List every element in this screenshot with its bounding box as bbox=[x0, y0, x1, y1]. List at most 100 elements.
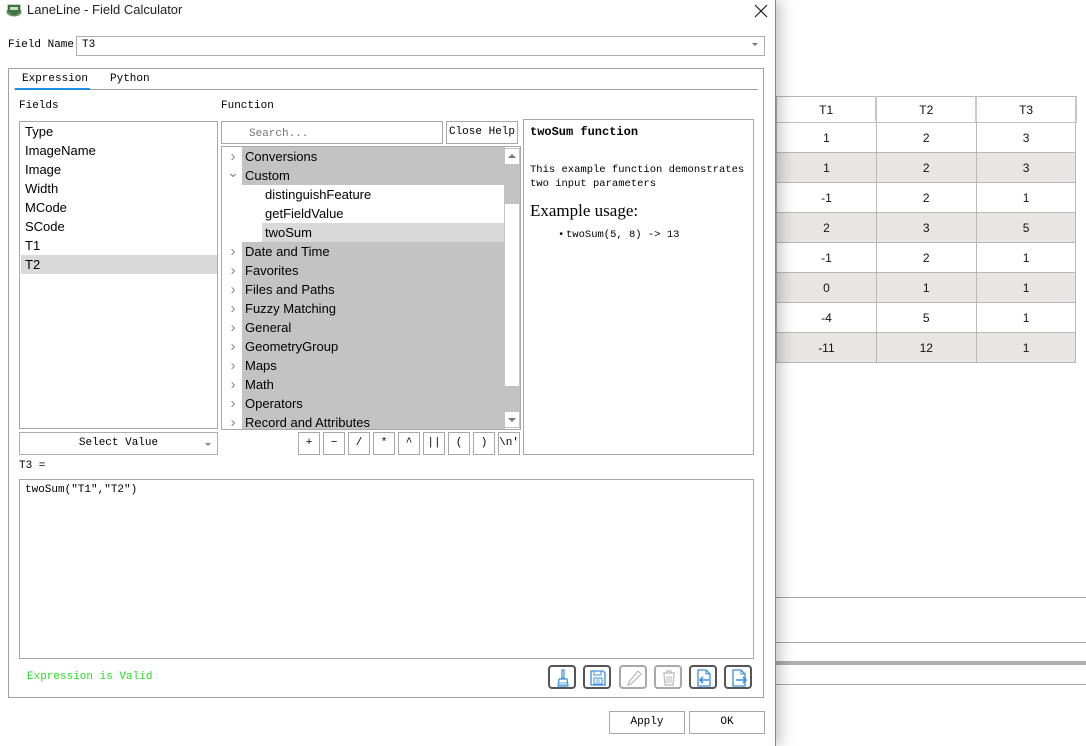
scrollbar-thumb[interactable] bbox=[505, 204, 519, 386]
function-item[interactable]: getFieldValue bbox=[222, 204, 520, 223]
function-group[interactable]: › Date and Time bbox=[222, 242, 520, 261]
function-group[interactable]: › GeometryGroup bbox=[222, 337, 520, 356]
field-item-selected[interactable]: T2 bbox=[21, 255, 217, 274]
import-button[interactable] bbox=[689, 665, 717, 689]
table-row[interactable]: 123 bbox=[776, 152, 1086, 183]
clear-button[interactable] bbox=[548, 665, 576, 689]
column-header-t2[interactable]: T2 bbox=[875, 96, 978, 123]
function-tree-scrollbar[interactable] bbox=[504, 148, 520, 428]
table-cell[interactable]: 5 bbox=[975, 212, 1077, 243]
function-item[interactable]: twoSum bbox=[222, 223, 520, 242]
table-row[interactable]: -11 12 1 bbox=[776, 332, 1086, 363]
chevron-right-icon[interactable]: › bbox=[226, 261, 240, 280]
table-cell[interactable]: 2 bbox=[875, 182, 977, 213]
table-cell[interactable]: 2 bbox=[776, 212, 877, 243]
table-cell[interactable]: 1 bbox=[875, 272, 977, 303]
chevron-right-icon[interactable]: › bbox=[226, 413, 240, 429]
operator-close-paren-button[interactable]: ) bbox=[473, 432, 495, 455]
table-cell[interactable]: 5 bbox=[875, 302, 977, 333]
function-group[interactable]: › Record and Attributes bbox=[222, 413, 520, 429]
fields-list[interactable]: Type ImageName Image Width MCode SCode T… bbox=[19, 121, 218, 429]
table-cell[interactable]: 2 bbox=[875, 152, 977, 183]
function-group[interactable]: › Files and Paths bbox=[222, 280, 520, 299]
table-cell[interactable]: 1 bbox=[975, 242, 1077, 273]
tab-expression[interactable]: Expression bbox=[22, 73, 88, 89]
function-group[interactable]: ⌄ Custom bbox=[222, 165, 520, 185]
table-cell[interactable]: -1 bbox=[776, 242, 877, 273]
table-row[interactable]: 235 bbox=[776, 212, 1086, 243]
select-value-dropdown[interactable]: Select Value bbox=[19, 432, 218, 455]
table-cell[interactable]: 3 bbox=[875, 212, 977, 243]
ok-button[interactable]: OK bbox=[689, 711, 765, 734]
table-row[interactable]: -4 5 1 bbox=[776, 302, 1086, 333]
table-cell[interactable]: -11 bbox=[776, 332, 877, 363]
expression-editor[interactable]: twoSum("T1","T2") bbox=[19, 479, 754, 659]
chevron-right-icon[interactable]: › bbox=[226, 318, 240, 337]
table-cell[interactable]: 0 bbox=[776, 272, 877, 303]
table-row[interactable]: -1 2 1 bbox=[776, 242, 1086, 273]
table-cell[interactable]: 1 bbox=[975, 302, 1077, 333]
table-cell[interactable]: 1 bbox=[975, 182, 1077, 213]
chevron-down-icon[interactable]: ⌄ bbox=[226, 165, 240, 179]
chevron-right-icon[interactable]: › bbox=[226, 242, 240, 261]
field-item[interactable]: SCode bbox=[21, 217, 217, 236]
field-item[interactable]: ImageName bbox=[21, 141, 217, 160]
table-cell[interactable]: -1 bbox=[776, 182, 877, 213]
export-button[interactable] bbox=[724, 665, 752, 689]
tab-python[interactable]: Python bbox=[110, 73, 150, 89]
scroll-up-icon[interactable] bbox=[505, 149, 519, 164]
splitter[interactable] bbox=[776, 661, 1086, 665]
save-button[interactable] bbox=[583, 665, 611, 689]
operator-multiply-button[interactable]: * bbox=[373, 432, 395, 455]
scroll-down-icon[interactable] bbox=[505, 412, 519, 427]
chevron-right-icon[interactable]: › bbox=[226, 394, 240, 413]
table-row[interactable]: -1 2 1 bbox=[776, 182, 1086, 213]
operator-newline-button[interactable]: \n' bbox=[498, 432, 520, 455]
close-help-button[interactable]: Close Help bbox=[446, 121, 518, 144]
field-item[interactable]: Image bbox=[21, 160, 217, 179]
operator-concat-button[interactable]: || bbox=[423, 432, 445, 455]
operator-plus-button[interactable]: + bbox=[298, 432, 320, 455]
chevron-right-icon[interactable]: › bbox=[226, 280, 240, 299]
chevron-right-icon[interactable]: › bbox=[226, 356, 240, 375]
table-cell[interactable]: 3 bbox=[975, 122, 1077, 153]
function-tree[interactable]: › Conversions ⌄ Custom distinguishFeature get… bbox=[221, 146, 521, 430]
field-item[interactable]: T1 bbox=[21, 236, 217, 255]
table-cell[interactable]: 2 bbox=[875, 122, 977, 153]
function-group[interactable]: › Math bbox=[222, 375, 520, 394]
apply-button[interactable]: Apply bbox=[609, 711, 685, 734]
operator-divide-button[interactable]: / bbox=[348, 432, 370, 455]
table-row[interactable]: 011 bbox=[776, 272, 1086, 303]
column-header-t3[interactable]: T3 bbox=[975, 96, 1077, 123]
field-name-combobox[interactable]: T3 bbox=[76, 36, 765, 56]
field-item[interactable]: Width bbox=[21, 179, 217, 198]
close-button[interactable] bbox=[746, 0, 776, 22]
function-group[interactable]: › Conversions bbox=[222, 147, 520, 166]
table-cell[interactable]: 1 bbox=[975, 332, 1077, 363]
function-group[interactable]: › Favorites bbox=[222, 261, 520, 280]
table-cell[interactable]: 1 bbox=[975, 272, 1077, 303]
edit-button[interactable] bbox=[619, 665, 647, 689]
table-cell[interactable]: 12 bbox=[875, 332, 977, 363]
column-header-t1[interactable]: T1 bbox=[776, 96, 878, 123]
function-group[interactable]: › General bbox=[222, 318, 520, 337]
table-cell[interactable]: 3 bbox=[975, 152, 1077, 183]
chevron-right-icon[interactable]: › bbox=[226, 337, 240, 356]
table-cell[interactable]: -4 bbox=[776, 302, 877, 333]
operator-power-button[interactable]: ^ bbox=[398, 432, 420, 455]
table-cell[interactable]: 2 bbox=[875, 242, 977, 273]
operator-open-paren-button[interactable]: ( bbox=[448, 432, 470, 455]
chevron-right-icon[interactable]: › bbox=[226, 375, 240, 394]
field-item[interactable]: Type bbox=[21, 122, 217, 141]
function-search-input[interactable] bbox=[221, 121, 443, 144]
field-item[interactable]: MCode bbox=[21, 198, 217, 217]
function-group[interactable]: › Fuzzy Matching bbox=[222, 299, 520, 318]
function-group[interactable]: › Operators bbox=[222, 394, 520, 413]
delete-button[interactable] bbox=[654, 665, 682, 689]
chevron-right-icon[interactable]: › bbox=[226, 299, 240, 318]
title-bar[interactable]: LaneLine - Field Calculator bbox=[0, 0, 776, 22]
table-row[interactable]: 123 bbox=[776, 122, 1086, 153]
table-cell[interactable]: 1 bbox=[776, 122, 877, 153]
function-item[interactable]: distinguishFeature bbox=[222, 185, 520, 204]
function-group[interactable]: › Maps bbox=[222, 356, 520, 375]
